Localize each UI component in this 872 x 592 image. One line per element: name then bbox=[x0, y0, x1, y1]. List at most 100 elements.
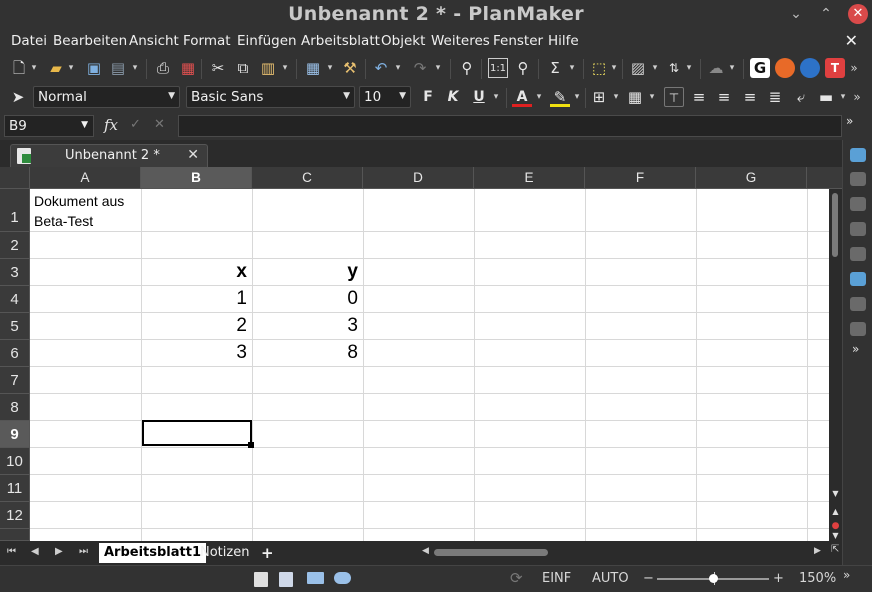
font-color-button[interactable]: A bbox=[512, 87, 532, 107]
row-header-11[interactable]: 11 bbox=[0, 475, 30, 502]
page-view-icon[interactable] bbox=[254, 572, 268, 587]
zoom-slider-handle[interactable] bbox=[709, 574, 718, 583]
chart-icon[interactable]: ▨ bbox=[628, 58, 648, 78]
column-header-e[interactable]: E bbox=[474, 167, 585, 189]
column-header-g[interactable]: G bbox=[696, 167, 807, 189]
row-header-4[interactable]: 4 bbox=[0, 286, 30, 313]
document-tab[interactable]: Unbenannt 2 * ✕ bbox=[10, 144, 208, 167]
toolbar-overflow-icon[interactable]: » bbox=[849, 58, 859, 78]
row-header-2[interactable]: 2 bbox=[0, 232, 30, 259]
paste-icon[interactable]: ▥ bbox=[258, 58, 278, 78]
spreadsheet-grid[interactable]: A B C D E F G 1 2 3 4 5 6 7 8 9 10 11 12… bbox=[0, 167, 842, 541]
chart-dropdown[interactable]: ▾ bbox=[650, 58, 660, 78]
row-header-10[interactable]: 10 bbox=[0, 448, 30, 475]
next-sheet-icon[interactable]: ▶ bbox=[55, 546, 63, 557]
vertical-scroll-thumb[interactable] bbox=[832, 193, 838, 257]
document-info-icon[interactable] bbox=[279, 572, 293, 587]
cloud-icon[interactable]: ☁ bbox=[706, 58, 726, 78]
column-header-h[interactable] bbox=[807, 167, 842, 189]
scroll-left-arrow-icon[interactable]: ◀ bbox=[422, 546, 429, 556]
scroll-up-arrow-icon[interactable]: ▲ bbox=[829, 507, 842, 516]
menu-bearbeiten[interactable]: Bearbeiten bbox=[53, 33, 127, 49]
scroll-right-arrow-icon[interactable]: ▶ bbox=[814, 546, 821, 556]
cancel-entry-button[interactable]: ✕ bbox=[154, 117, 165, 132]
comment-resolve-icon[interactable] bbox=[850, 322, 866, 336]
column-header-f[interactable]: F bbox=[585, 167, 696, 189]
formula-bar-overflow-icon[interactable]: » bbox=[846, 114, 853, 128]
open-dropdown[interactable]: ▾ bbox=[66, 58, 76, 78]
textmaker-icon[interactable]: T bbox=[825, 58, 845, 78]
underline-button[interactable]: U bbox=[469, 87, 489, 107]
menu-objekt[interactable]: Objekt bbox=[381, 33, 425, 49]
open-folder-icon[interactable]: ▰ bbox=[46, 58, 66, 78]
highlight-icon[interactable]: ✎ bbox=[550, 87, 570, 107]
font-size-select[interactable]: 10 ▼ bbox=[359, 86, 411, 108]
highlight-dropdown[interactable]: ▾ bbox=[572, 87, 582, 107]
insert-object-icon[interactable]: ⬚ bbox=[589, 58, 609, 78]
scroll-down-arrow-icon[interactable]: ▼ bbox=[829, 531, 842, 540]
align-center-icon[interactable]: ≡ bbox=[714, 87, 734, 107]
menu-einfuegen[interactable]: Einfügen bbox=[237, 33, 297, 49]
cell-b3[interactable]: x bbox=[147, 261, 247, 283]
menu-datei[interactable]: Datei bbox=[11, 33, 47, 49]
borders-icon[interactable]: ⊞ bbox=[589, 87, 609, 107]
shading-dropdown[interactable]: ▾ bbox=[647, 87, 657, 107]
comment-show-icon[interactable] bbox=[850, 272, 866, 286]
name-box[interactable]: B9 ▼ bbox=[4, 115, 94, 137]
sidebar-overflow-icon[interactable]: » bbox=[852, 342, 859, 356]
formula-input[interactable] bbox=[178, 115, 842, 137]
pdf-export-icon[interactable]: ▦ bbox=[178, 58, 198, 78]
column-header-d[interactable]: D bbox=[363, 167, 474, 189]
cell-b4[interactable]: 1 bbox=[147, 288, 247, 310]
active-cell-cursor[interactable] bbox=[142, 420, 254, 448]
column-header-c[interactable]: C bbox=[252, 167, 363, 189]
cell-a1[interactable]: Dokument aus Beta-Test bbox=[34, 191, 139, 231]
table-format-dropdown[interactable]: ▾ bbox=[325, 58, 335, 78]
split-view-icon[interactable]: ⇱ bbox=[831, 544, 839, 555]
undo-dropdown[interactable]: ▾ bbox=[393, 58, 403, 78]
insert-mode-indicator[interactable]: EINF bbox=[542, 571, 571, 586]
new-document-dropdown[interactable]: ▾ bbox=[29, 58, 39, 78]
wrap-text-icon[interactable]: ⤶ bbox=[791, 87, 811, 107]
document-tab-close-button[interactable]: ✕ bbox=[187, 147, 199, 163]
copy-icon[interactable]: ⧉ bbox=[233, 58, 253, 78]
comment-edit-icon[interactable] bbox=[850, 222, 866, 236]
merge-cells-icon[interactable]: ▬ bbox=[816, 87, 836, 107]
font-family-select[interactable]: Basic Sans ▼ bbox=[186, 86, 355, 108]
cell-b5[interactable]: 2 bbox=[147, 315, 247, 337]
column-header-b[interactable]: B bbox=[141, 167, 252, 189]
comment-previous-icon[interactable] bbox=[850, 172, 866, 186]
row-header-5[interactable]: 5 bbox=[0, 313, 30, 340]
save-dropdown[interactable]: ▾ bbox=[130, 58, 140, 78]
track-changes-icon[interactable] bbox=[334, 572, 351, 584]
confirm-entry-button[interactable]: ✓ bbox=[130, 117, 141, 132]
menu-hilfe[interactable]: Hilfe bbox=[548, 33, 579, 49]
print-icon[interactable]: ⎙ bbox=[153, 58, 173, 78]
cell-c4[interactable]: 0 bbox=[258, 288, 358, 310]
paragraph-style-select[interactable]: Normal ▼ bbox=[33, 86, 180, 108]
new-document-icon[interactable]: 🗋 bbox=[9, 58, 29, 78]
comment-icon[interactable] bbox=[850, 148, 866, 162]
cell-b6[interactable]: 3 bbox=[147, 342, 247, 364]
menu-arbeitsblatt[interactable]: Arbeitsblatt bbox=[301, 33, 380, 49]
menu-weiteres[interactable]: Weiteres bbox=[431, 33, 490, 49]
comment-next-icon[interactable] bbox=[850, 197, 866, 211]
toolbar-overflow-icon[interactable]: » bbox=[852, 87, 862, 107]
menu-fenster[interactable]: Fenster bbox=[493, 33, 543, 49]
search-icon[interactable]: ⚲ bbox=[457, 58, 477, 78]
minimize-button[interactable]: ⌄ bbox=[786, 4, 806, 24]
zoom-icon[interactable]: ⚲ bbox=[513, 58, 533, 78]
thunderbird-icon[interactable] bbox=[800, 58, 820, 78]
scroll-home-icon[interactable]: ● bbox=[829, 521, 842, 531]
save-all-icon[interactable]: ▤ bbox=[108, 58, 128, 78]
insert-object-dropdown[interactable]: ▾ bbox=[609, 58, 619, 78]
cloud-dropdown[interactable]: ▾ bbox=[727, 58, 737, 78]
comment-status-icon[interactable] bbox=[307, 572, 324, 584]
paste-dropdown[interactable]: ▾ bbox=[280, 58, 290, 78]
row-header-12[interactable]: 12 bbox=[0, 502, 30, 529]
grammar-icon[interactable]: G bbox=[750, 58, 770, 78]
format-painter-icon[interactable]: ⚒ bbox=[340, 58, 360, 78]
goto-cell-icon[interactable]: 1:1 bbox=[488, 58, 508, 78]
horizontal-scroll-thumb[interactable] bbox=[434, 549, 548, 556]
menu-format[interactable]: Format bbox=[183, 33, 231, 49]
